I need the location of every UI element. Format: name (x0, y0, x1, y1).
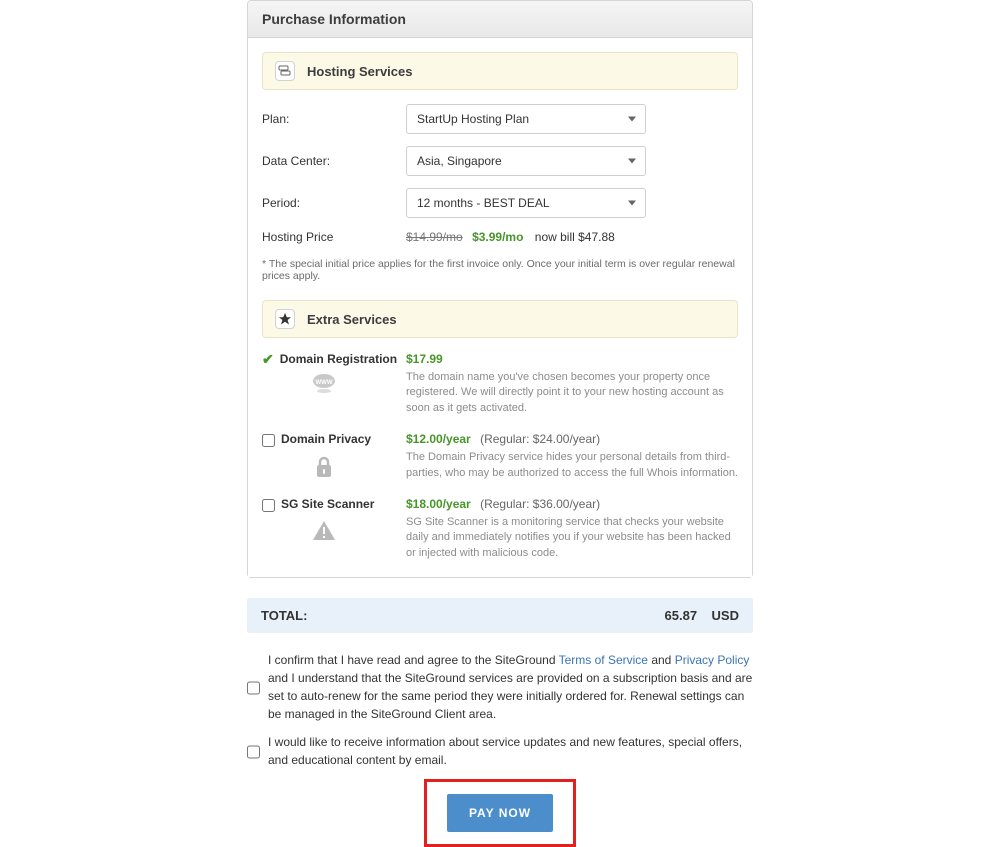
hosting-price-label: Hosting Price (262, 230, 406, 244)
hosting-services-band: Hosting Services (262, 52, 738, 90)
check-icon: ✔ (262, 352, 274, 366)
privacy-policy-link[interactable]: Privacy Policy (675, 653, 750, 667)
svg-text:WWW: WWW (316, 380, 333, 386)
domain-privacy-desc: The Domain Privacy service hides your pe… (406, 450, 738, 481)
hosting-services-title: Hosting Services (307, 64, 413, 79)
price-old: $14.99/mo (406, 230, 463, 244)
star-icon (275, 309, 295, 329)
lock-icon (262, 455, 386, 479)
terms-of-service-link[interactable]: Terms of Service (559, 653, 648, 667)
pay-highlight-box: PAY NOW (424, 779, 576, 847)
purchase-panel: Purchase Information Hosting Services Pl… (247, 0, 753, 578)
domain-privacy-label: Domain Privacy (281, 432, 371, 446)
terms-checkbox[interactable] (247, 653, 260, 723)
plan-select[interactable]: StartUp Hosting Plan (406, 104, 646, 134)
period-select[interactable]: 12 months - BEST DEAL (406, 188, 646, 218)
panel-title: Purchase Information (248, 1, 752, 38)
www-icon: WWW (262, 374, 386, 394)
site-scanner-price: $18.00/year (406, 497, 471, 511)
total-bar: TOTAL: 65.87 USD (247, 598, 753, 633)
extra-services-band: Extra Services (262, 300, 738, 338)
site-scanner-label: SG Site Scanner (281, 497, 374, 511)
warning-icon (262, 520, 386, 542)
domain-registration-row: ✔ Domain Registration WWW $17.99 (262, 352, 738, 416)
domain-registration-label: Domain Registration (280, 352, 397, 366)
domain-privacy-row: Domain Privacy $12.00/year (Regular: $24… (262, 432, 738, 481)
total-currency: USD (712, 608, 739, 623)
site-scanner-regular: (Regular: $36.00/year) (480, 497, 600, 511)
pricing-note: * The special initial price applies for … (262, 258, 738, 282)
datacenter-label: Data Center: (262, 154, 406, 168)
domain-registration-desc: The domain name you've chosen becomes yo… (406, 370, 738, 416)
site-scanner-checkbox[interactable] (262, 499, 275, 512)
domain-privacy-regular: (Regular: $24.00/year) (480, 432, 600, 446)
site-scanner-row: SG Site Scanner $18.00/year (Regular: $3… (262, 497, 738, 561)
datacenter-select[interactable]: Asia, Singapore (406, 146, 646, 176)
total-label: TOTAL: (261, 608, 307, 623)
domain-privacy-price: $12.00/year (406, 432, 471, 446)
domain-registration-price: $17.99 (406, 352, 443, 366)
price-now-bill: now bill $47.88 (535, 230, 615, 244)
plan-label: Plan: (262, 112, 406, 126)
extra-services-title: Extra Services (307, 312, 397, 327)
site-scanner-desc: SG Site Scanner is a monitoring service … (406, 515, 738, 561)
period-label: Period: (262, 196, 406, 210)
pay-now-button[interactable]: PAY NOW (447, 794, 553, 832)
terms-text: I confirm that I have read and agree to … (268, 651, 753, 723)
hosting-price-values: $14.99/mo $3.99/mo now bill $47.88 (406, 230, 738, 244)
total-amount: 65.87 (665, 608, 698, 623)
domain-privacy-checkbox[interactable] (262, 434, 275, 447)
marketing-checkbox[interactable] (247, 735, 260, 769)
hosting-icon (275, 61, 295, 81)
price-new: $3.99/mo (472, 230, 523, 244)
marketing-text: I would like to receive information abou… (268, 733, 753, 769)
